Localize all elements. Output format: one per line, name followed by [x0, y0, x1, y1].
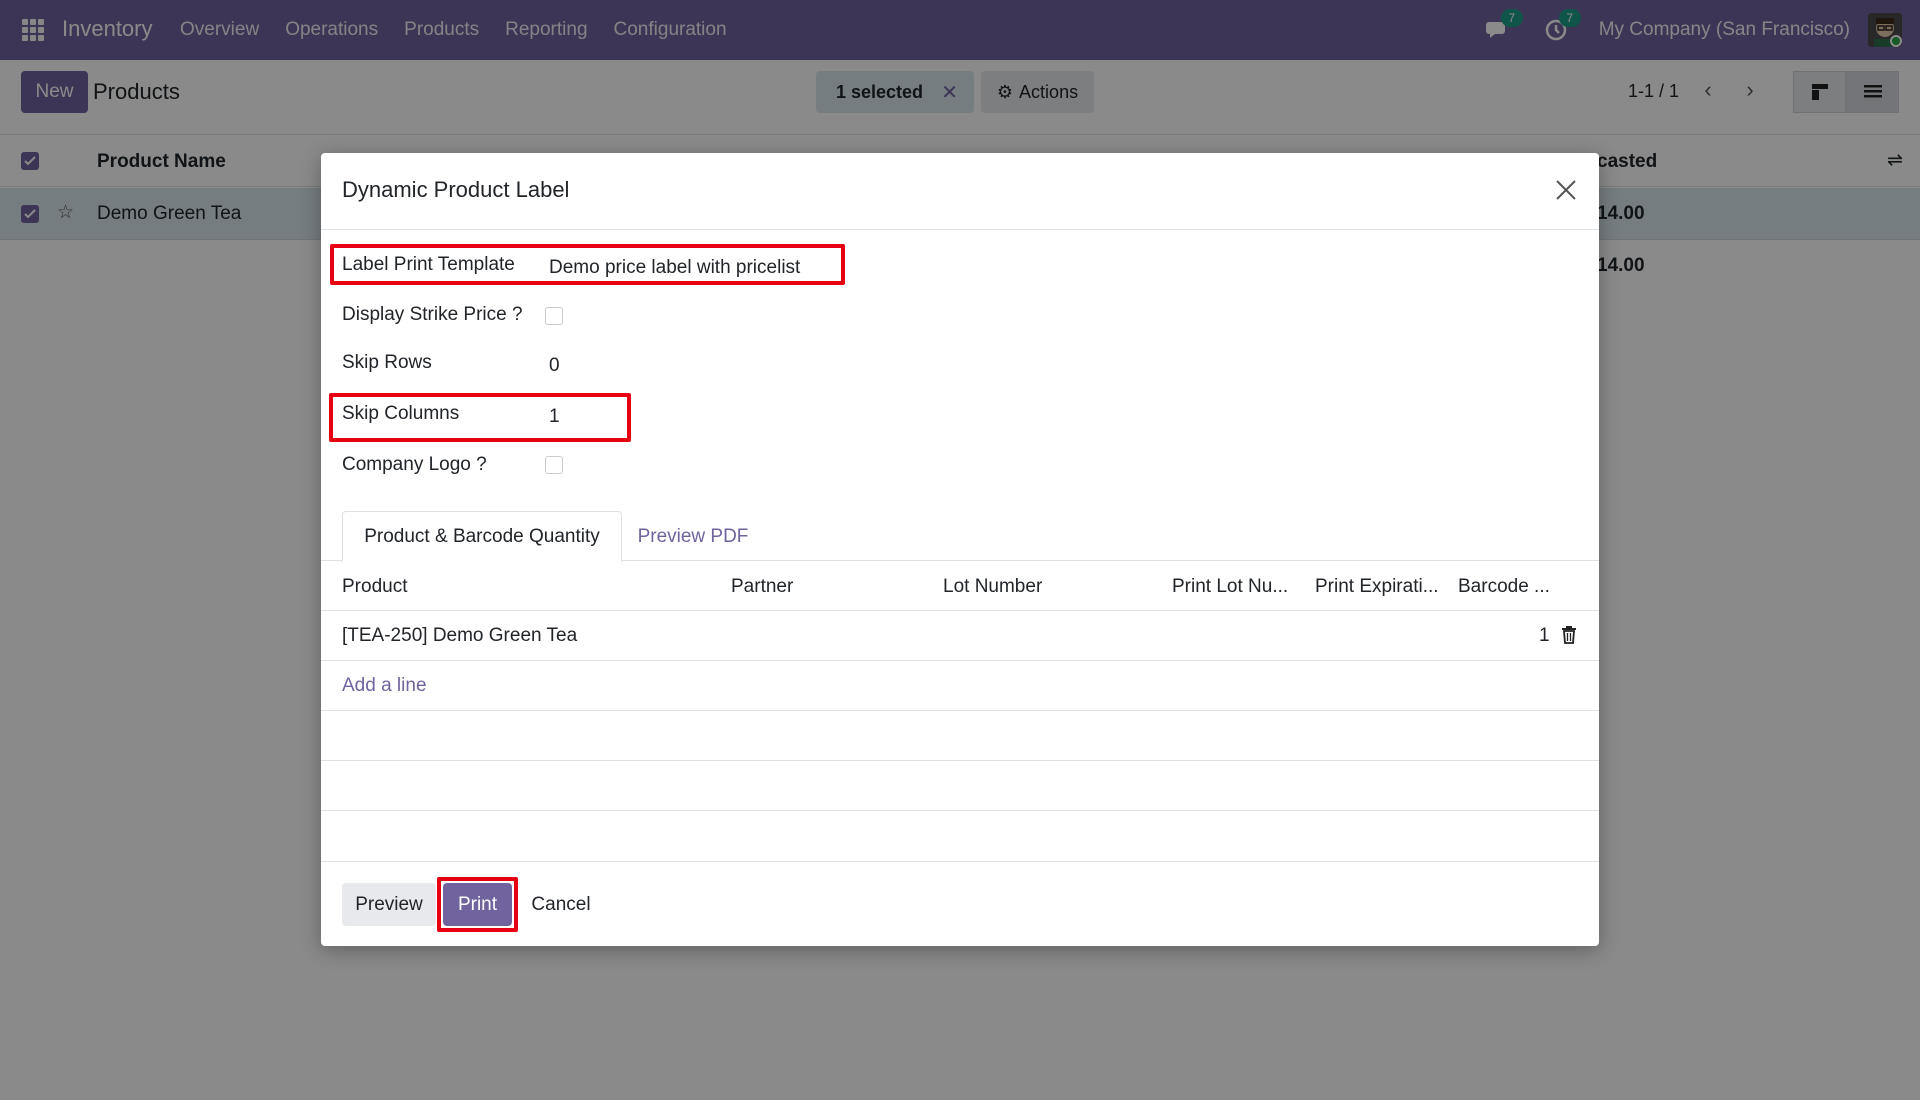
row-product[interactable]: [TEA-250] Demo Green Tea: [342, 625, 577, 647]
highlight-print-button: [437, 877, 518, 932]
cancel-button[interactable]: Cancel: [521, 883, 601, 926]
modal-title: Dynamic Product Label: [342, 177, 570, 202]
add-line-row: Add a line: [321, 661, 1599, 711]
highlight-label-print-template: [330, 244, 845, 285]
trash-icon[interactable]: [1561, 626, 1577, 644]
dynamic-product-label-dialog: Dynamic Product Label Label Print Templa…: [321, 153, 1599, 946]
preview-button[interactable]: Preview: [342, 883, 436, 926]
table-header: Product Partner Lot Number Print Lot Nu.…: [321, 561, 1599, 611]
column-print-lot-number[interactable]: Print Lot Nu...: [1172, 576, 1288, 598]
company-logo-checkbox[interactable]: [545, 456, 563, 474]
highlight-skip-columns: [329, 393, 631, 442]
table-row[interactable]: [TEA-250] Demo Green Tea 1: [321, 611, 1599, 661]
skip-rows-field[interactable]: 0: [549, 355, 560, 377]
column-barcode-quantity[interactable]: Barcode ...: [1458, 576, 1550, 598]
modal-header: Dynamic Product Label: [321, 153, 1599, 230]
display-strike-price-label: Display Strike Price ?: [342, 304, 523, 325]
add-line-link[interactable]: Add a line: [342, 675, 427, 697]
skip-rows-label: Skip Rows: [342, 352, 432, 373]
column-partner[interactable]: Partner: [731, 576, 793, 598]
notebook-tabs: Product & Barcode Quantity Preview PDF: [321, 511, 1599, 562]
tab-product-barcode-quantity[interactable]: Product & Barcode Quantity: [342, 511, 622, 562]
empty-row: [321, 711, 1599, 761]
tab-preview-pdf[interactable]: Preview PDF: [623, 511, 763, 562]
empty-row: [321, 761, 1599, 811]
modal-footer: Preview Print Cancel: [321, 861, 1599, 946]
row-barcode-quantity[interactable]: 1: [1539, 625, 1550, 647]
close-icon[interactable]: [1553, 177, 1579, 203]
column-lot-number[interactable]: Lot Number: [943, 576, 1042, 598]
column-product[interactable]: Product: [342, 576, 407, 598]
display-strike-price-checkbox[interactable]: [545, 307, 563, 325]
column-print-expiration[interactable]: Print Expirati...: [1315, 576, 1439, 598]
company-logo-label: Company Logo ?: [342, 454, 487, 475]
